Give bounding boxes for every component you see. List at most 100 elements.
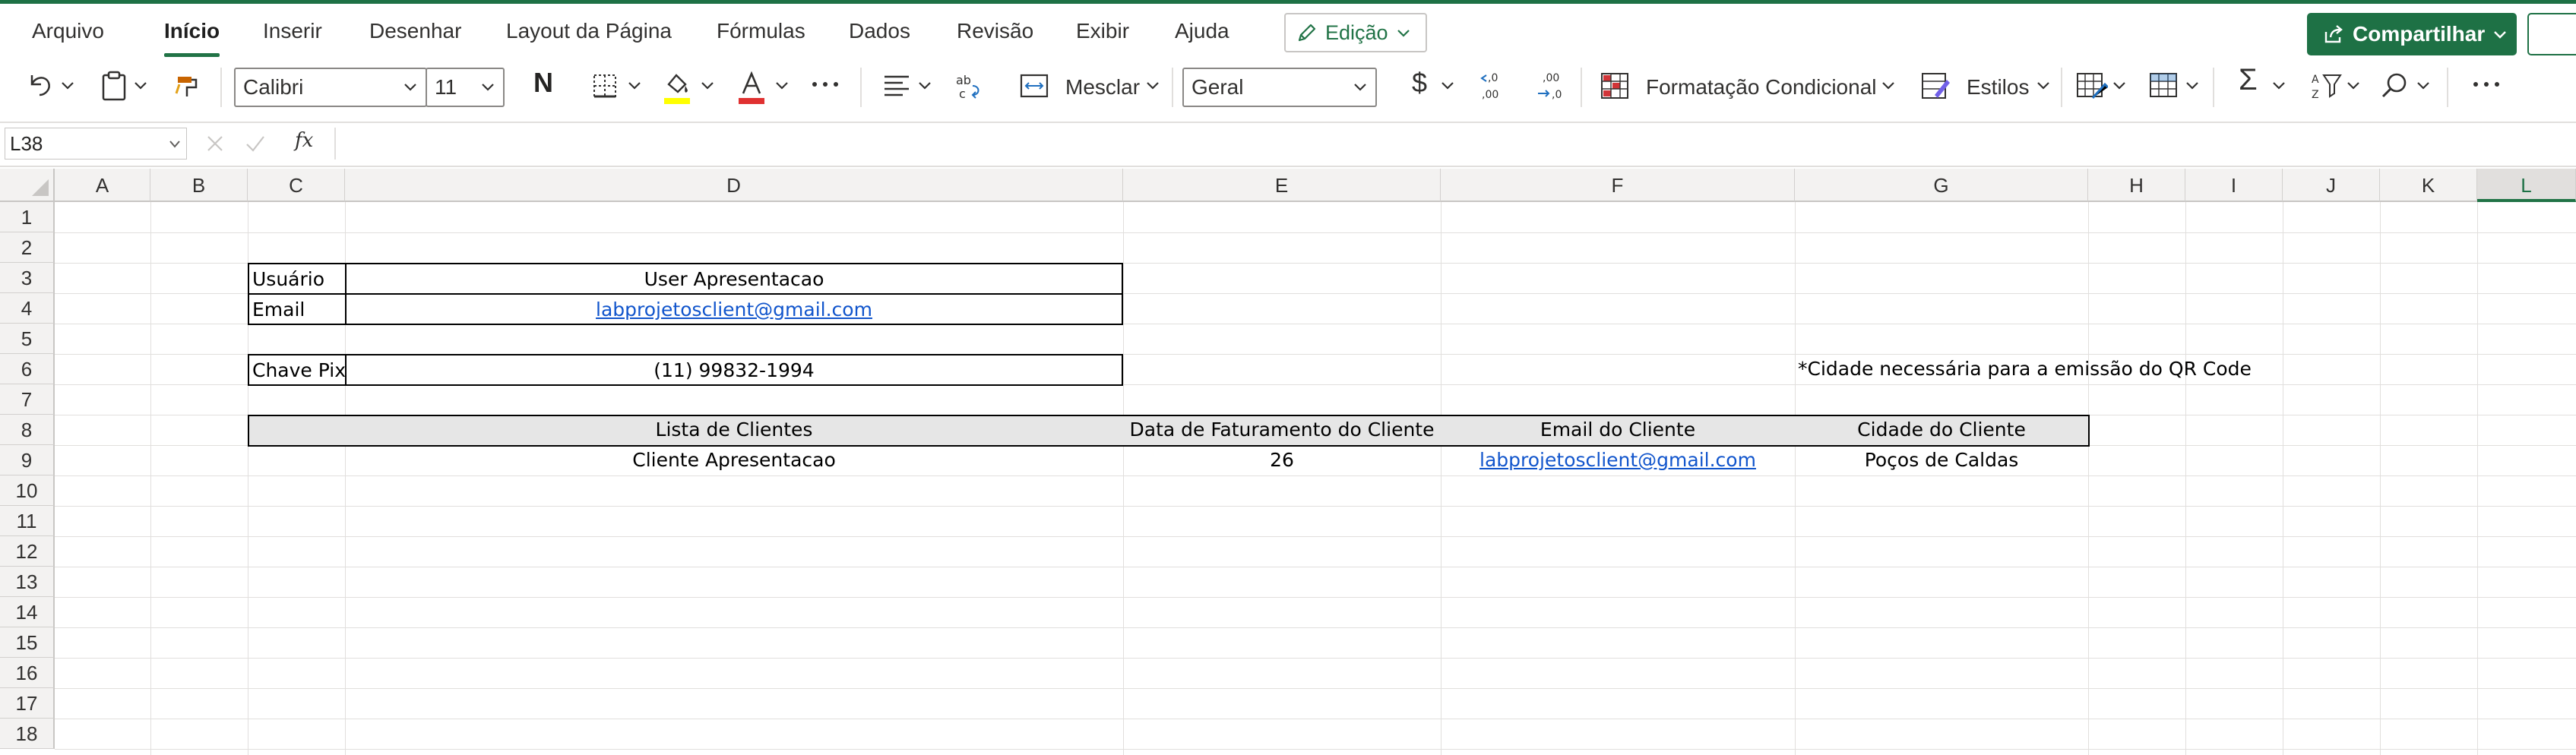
chevron-down-icon[interactable] [2345, 78, 2362, 93]
cell-f9[interactable]: labprojetosclient@gmail.com [1441, 445, 1795, 475]
row-header-11[interactable]: 11 [0, 506, 55, 536]
row-header-6[interactable]: 6 [0, 354, 55, 384]
column-header-k[interactable]: K [2380, 169, 2477, 202]
chevron-down-icon[interactable] [626, 78, 643, 93]
cell-styles-icon[interactable] [1919, 69, 1951, 103]
conditional-formatting-icon[interactable] [1599, 69, 1631, 103]
tab-formulas[interactable]: Fórmulas [717, 16, 805, 46]
select-all-corner[interactable] [0, 169, 55, 202]
cell-d9[interactable]: Cliente Apresentacao [345, 445, 1123, 475]
tab-arquivo[interactable]: Arquivo [32, 16, 104, 46]
merge-label[interactable]: Mesclar [1065, 74, 1140, 101]
row-header-7[interactable]: 7 [0, 384, 55, 415]
cell-g6[interactable]: *Cidade necessária para a emissão do QR … [1795, 354, 2252, 384]
column-header-c[interactable]: C [248, 169, 345, 202]
more-options-icon[interactable] [2471, 80, 2502, 89]
tab-layout-da-pagina[interactable]: Layout da Página [506, 16, 672, 46]
wrap-text-icon[interactable]: ab c [953, 69, 985, 103]
conditional-formatting-label[interactable]: Formatação Condicional [1646, 74, 1877, 101]
user-email-link[interactable]: labprojetosclient@gmail.com [596, 299, 872, 321]
chevron-down-icon[interactable] [916, 78, 933, 93]
cell-g8[interactable]: Cidade do Cliente [1795, 415, 2088, 445]
cell-c4[interactable]: Email [248, 293, 347, 325]
column-header-h[interactable]: H [2088, 169, 2185, 202]
tab-ajuda[interactable]: Ajuda [1175, 16, 1229, 46]
tab-dados[interactable]: Dados [849, 16, 910, 46]
row-header-9[interactable]: 9 [0, 445, 55, 475]
cell-d3[interactable]: User Apresentacao [345, 263, 1123, 295]
chevron-down-icon[interactable] [1880, 78, 1897, 93]
format-painter-icon[interactable] [172, 69, 204, 103]
row-header-18[interactable]: 18 [0, 719, 55, 749]
column-header-b[interactable]: B [150, 169, 248, 202]
increase-decimal-icon[interactable]: ,00 ,0 [1535, 69, 1568, 103]
row-header-13[interactable]: 13 [0, 567, 55, 597]
chevron-down-icon[interactable] [132, 78, 149, 93]
autosum-icon[interactable]: Σ [2239, 65, 2258, 95]
fill-color-icon[interactable] [661, 69, 693, 106]
chevron-down-icon[interactable] [699, 78, 716, 93]
sort-filter-icon[interactable]: A Z [2310, 69, 2343, 103]
cell-g9[interactable]: Poços de Caldas [1795, 445, 2088, 475]
row-header-14[interactable]: 14 [0, 597, 55, 627]
column-header-a[interactable]: A [55, 169, 150, 202]
row-header-16[interactable]: 16 [0, 658, 55, 688]
chevron-down-icon[interactable] [1144, 78, 1161, 93]
row-header-1[interactable]: 1 [0, 202, 55, 232]
client-email-link[interactable]: labprojetosclient@gmail.com [1479, 449, 1756, 471]
borders-icon[interactable] [590, 69, 620, 103]
decrease-decimal-icon[interactable]: ,0 ,00 [1479, 69, 1512, 103]
column-header-e[interactable]: E [1123, 169, 1441, 202]
styles-label[interactable]: Estilos [1967, 74, 2029, 101]
cell-d6[interactable]: (11) 99832-1994 [345, 354, 1123, 386]
align-icon[interactable] [881, 69, 912, 103]
merge-icon[interactable] [1018, 69, 1050, 103]
chevron-down-icon[interactable] [2184, 78, 2201, 93]
tab-inserir[interactable]: Inserir [263, 16, 322, 46]
cell-d4[interactable]: labprojetosclient@gmail.com [345, 293, 1123, 325]
row-header-12[interactable]: 12 [0, 536, 55, 567]
editing-mode-button[interactable]: Edição [1284, 13, 1427, 52]
row-header-3[interactable]: 3 [0, 263, 55, 293]
currency-icon[interactable]: $ [1412, 69, 1427, 96]
chevron-down-icon[interactable] [2271, 78, 2287, 93]
cancel-icon[interactable] [205, 134, 225, 153]
chevron-down-icon[interactable] [774, 78, 790, 93]
cell-e8[interactable]: Data de Faturamento do Cliente [1123, 415, 1441, 445]
share-button[interactable]: Compartilhar [2307, 13, 2517, 55]
row-header-5[interactable]: 5 [0, 324, 55, 354]
column-header-g[interactable]: G [1795, 169, 2088, 202]
font-size-dropdown[interactable]: 11 [426, 68, 505, 107]
more-options-icon[interactable] [810, 80, 840, 89]
cell-c3[interactable]: Usuário [248, 263, 347, 295]
column-header-i[interactable]: I [2185, 169, 2283, 202]
undo-icon[interactable] [24, 69, 55, 103]
number-format-dropdown[interactable]: Geral [1182, 68, 1377, 107]
insert-cells-icon[interactable] [2147, 69, 2181, 103]
column-header-f[interactable]: F [1441, 169, 1795, 202]
row-header-2[interactable]: 2 [0, 232, 55, 263]
paste-icon[interactable] [99, 69, 129, 103]
name-box[interactable]: L38 [5, 128, 187, 160]
column-header-j[interactable]: J [2283, 169, 2380, 202]
row-header-8[interactable]: 8 [0, 415, 55, 445]
formula-input[interactable] [334, 128, 2568, 160]
search-icon[interactable] [2378, 69, 2412, 103]
row-header-4[interactable]: 4 [0, 293, 55, 324]
chevron-down-icon[interactable] [2111, 78, 2128, 93]
column-header-d[interactable]: D [345, 169, 1123, 202]
enter-check-icon[interactable] [245, 134, 266, 153]
row-header-15[interactable]: 15 [0, 627, 55, 658]
font-color-icon[interactable] [736, 69, 767, 106]
insert-function-icon[interactable]: fx [295, 129, 313, 152]
tab-exibir[interactable]: Exibir [1076, 16, 1129, 46]
cell-f8[interactable]: Email do Cliente [1441, 415, 1795, 445]
cell-d8[interactable]: Lista de Clientes [345, 415, 1123, 445]
row-header-10[interactable]: 10 [0, 475, 55, 506]
chevron-down-icon[interactable] [1439, 78, 1456, 93]
tab-revisao[interactable]: Revisão [957, 16, 1033, 46]
font-name-dropdown[interactable]: Calibri [234, 68, 427, 107]
chevron-down-icon[interactable] [59, 78, 76, 93]
format-as-table-icon[interactable] [2074, 69, 2108, 103]
bold-button[interactable]: N [533, 69, 553, 96]
